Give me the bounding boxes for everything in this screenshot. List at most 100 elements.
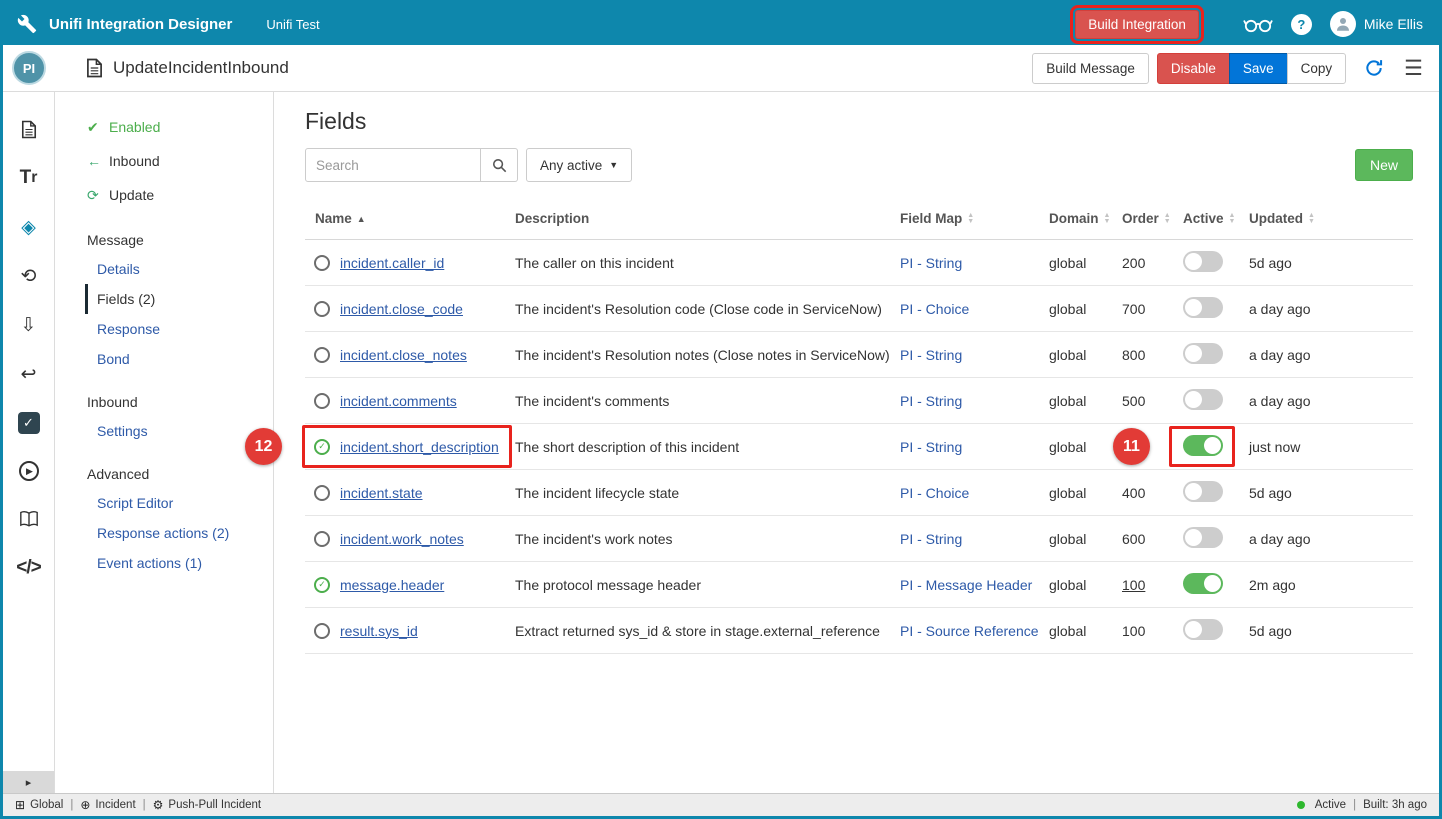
build-message-button[interactable]: Build Message	[1032, 53, 1149, 84]
field-map-link[interactable]: PI - String	[900, 531, 1049, 547]
sort-icons: ▲▼	[1104, 213, 1111, 224]
content: Tr ◈ ⟲ ⇩ ↩ ✓ ▶ </> ▸ ✔ Enabled ← Inbound	[3, 92, 1439, 793]
field-description: The incident lifecycle state	[515, 485, 900, 501]
nav-item-script-editor[interactable]: Script Editor	[55, 488, 273, 518]
menu-icon[interactable]: ☰	[1404, 58, 1423, 79]
rail-expand-arrow[interactable]: ▸	[3, 771, 54, 793]
search-button[interactable]	[481, 148, 518, 182]
field-map-link[interactable]: PI - String	[900, 255, 1049, 271]
history-icon[interactable]: ⟲	[18, 265, 40, 287]
user-avatar[interactable]	[1330, 11, 1356, 37]
annotation-badge-12: 12	[245, 428, 282, 465]
name-cell: result.sys_id	[305, 623, 515, 639]
build-integration-button[interactable]: Build Integration	[1075, 10, 1199, 39]
field-name-link[interactable]: incident.comments	[340, 393, 457, 409]
undo-icon[interactable]: ↩	[18, 363, 40, 385]
nav-item-bond[interactable]: Bond	[55, 344, 273, 374]
field-name-link[interactable]: incident.caller_id	[340, 255, 444, 271]
nav-item-details[interactable]: Details	[55, 254, 273, 284]
field-map-link[interactable]: PI - Choice	[900, 485, 1049, 501]
refresh-icon[interactable]	[1364, 58, 1384, 78]
search-input[interactable]	[305, 148, 481, 182]
grid-icon: ⊞	[15, 798, 25, 812]
active-filter-label: Any active	[540, 158, 602, 173]
field-name-link[interactable]: incident.close_notes	[340, 347, 467, 363]
field-map-link[interactable]: PI - String	[900, 393, 1049, 409]
field-domain: global	[1049, 301, 1122, 317]
field-order: 100	[1122, 577, 1183, 593]
name-cell: ✓ incident.short_description	[305, 439, 515, 455]
toggle-knob	[1204, 437, 1221, 454]
col-updated[interactable]: Updated▲▼	[1249, 211, 1413, 226]
nav-update-label: Update	[109, 187, 154, 203]
active-toggle[interactable]	[1183, 389, 1223, 410]
field-name-link[interactable]: incident.short_description	[340, 439, 499, 455]
col-name[interactable]: Name▲	[305, 211, 515, 226]
col-active[interactable]: Active▲▼	[1183, 211, 1249, 226]
preview-glasses-icon[interactable]	[1243, 16, 1273, 33]
save-button[interactable]: Save	[1229, 53, 1288, 84]
active-toggle[interactable]	[1183, 619, 1223, 640]
process-segment[interactable]: ⚙ Push-Pull Incident	[153, 798, 261, 812]
status-bar: ⊞ Global | ⊕ Incident | ⚙ Push-Pull Inci…	[3, 793, 1439, 816]
scope-segment[interactable]: ⊞ Global	[15, 798, 63, 812]
user-name[interactable]: Mike Ellis	[1364, 16, 1423, 32]
field-name-link[interactable]: incident.work_notes	[340, 531, 464, 547]
field-domain: global	[1049, 623, 1122, 639]
nav-item-settings[interactable]: Settings	[55, 416, 273, 446]
run-icon[interactable]: ▶	[19, 461, 39, 481]
sidebar-nav: ✔ Enabled ← Inbound ⟳ Update Message Det…	[55, 92, 274, 793]
new-button[interactable]: New	[1355, 149, 1413, 181]
field-status-icon: ✓	[314, 577, 330, 593]
docs-book-icon[interactable]	[18, 508, 40, 530]
col-field-map[interactable]: Field Map▲▼	[900, 211, 1049, 226]
nav-inbound-direction[interactable]: ← Inbound	[55, 144, 273, 178]
table-segment[interactable]: ⊕ Incident	[80, 798, 135, 812]
nav-update[interactable]: ⟳ Update	[55, 178, 273, 212]
table-row: ✓ message.header The protocol message he…	[305, 562, 1413, 608]
integration-diamond-icon[interactable]: ◈	[18, 216, 40, 238]
table-label: Incident	[95, 799, 135, 811]
document-icon[interactable]	[18, 118, 40, 140]
text-format-icon[interactable]: Tr	[18, 167, 40, 189]
active-toggle[interactable]	[1183, 343, 1223, 364]
field-map-link[interactable]: PI - Source Reference	[900, 623, 1049, 639]
field-map-link[interactable]: PI - String	[900, 347, 1049, 363]
active-toggle[interactable]	[1183, 573, 1223, 594]
code-icon[interactable]: </>	[18, 557, 40, 579]
disable-button[interactable]: Disable	[1157, 53, 1230, 84]
toggle-knob	[1185, 391, 1202, 408]
field-name-link[interactable]: incident.close_code	[340, 301, 463, 317]
field-updated: a day ago	[1249, 347, 1413, 363]
help-icon[interactable]: ?	[1291, 14, 1312, 35]
active-toggle[interactable]	[1183, 527, 1223, 548]
active-toggle[interactable]	[1183, 251, 1223, 272]
nav-enabled[interactable]: ✔ Enabled	[55, 110, 273, 144]
tasks-icon[interactable]: ✓	[18, 412, 40, 434]
field-order: 700	[1122, 301, 1183, 317]
app-window: Unifi Integration Designer Unifi Test Bu…	[0, 0, 1442, 819]
col-order[interactable]: Order▲▼	[1122, 211, 1183, 226]
nav-item-event-actions[interactable]: Event actions (1)	[55, 548, 273, 578]
nav-item-fields[interactable]: Fields (2)	[85, 284, 273, 314]
col-domain[interactable]: Domain▲▼	[1049, 211, 1122, 226]
field-map-link[interactable]: PI - String	[900, 439, 1049, 455]
nav-item-response-actions[interactable]: Response actions (2)	[55, 518, 273, 548]
col-description[interactable]: Description	[515, 211, 900, 226]
nav-item-response[interactable]: Response	[55, 314, 273, 344]
field-name-link[interactable]: incident.state	[340, 485, 423, 501]
active-filter-dropdown[interactable]: Any active ▼	[526, 148, 632, 182]
copy-button[interactable]: Copy	[1287, 53, 1347, 84]
active-toggle[interactable]	[1183, 435, 1223, 456]
download-icon[interactable]: ⇩	[18, 314, 40, 336]
status-label: Active	[1315, 799, 1346, 811]
field-map-link[interactable]: PI - Choice	[900, 301, 1049, 317]
name-cell: incident.caller_id	[305, 255, 515, 271]
field-name-link[interactable]: result.sys_id	[340, 623, 418, 639]
field-name-link[interactable]: message.header	[340, 577, 444, 593]
active-toggle[interactable]	[1183, 297, 1223, 318]
app-title: Unifi Integration Designer	[49, 16, 232, 33]
active-toggle[interactable]	[1183, 481, 1223, 502]
field-map-link[interactable]: PI - Message Header	[900, 577, 1049, 593]
field-domain: global	[1049, 577, 1122, 593]
